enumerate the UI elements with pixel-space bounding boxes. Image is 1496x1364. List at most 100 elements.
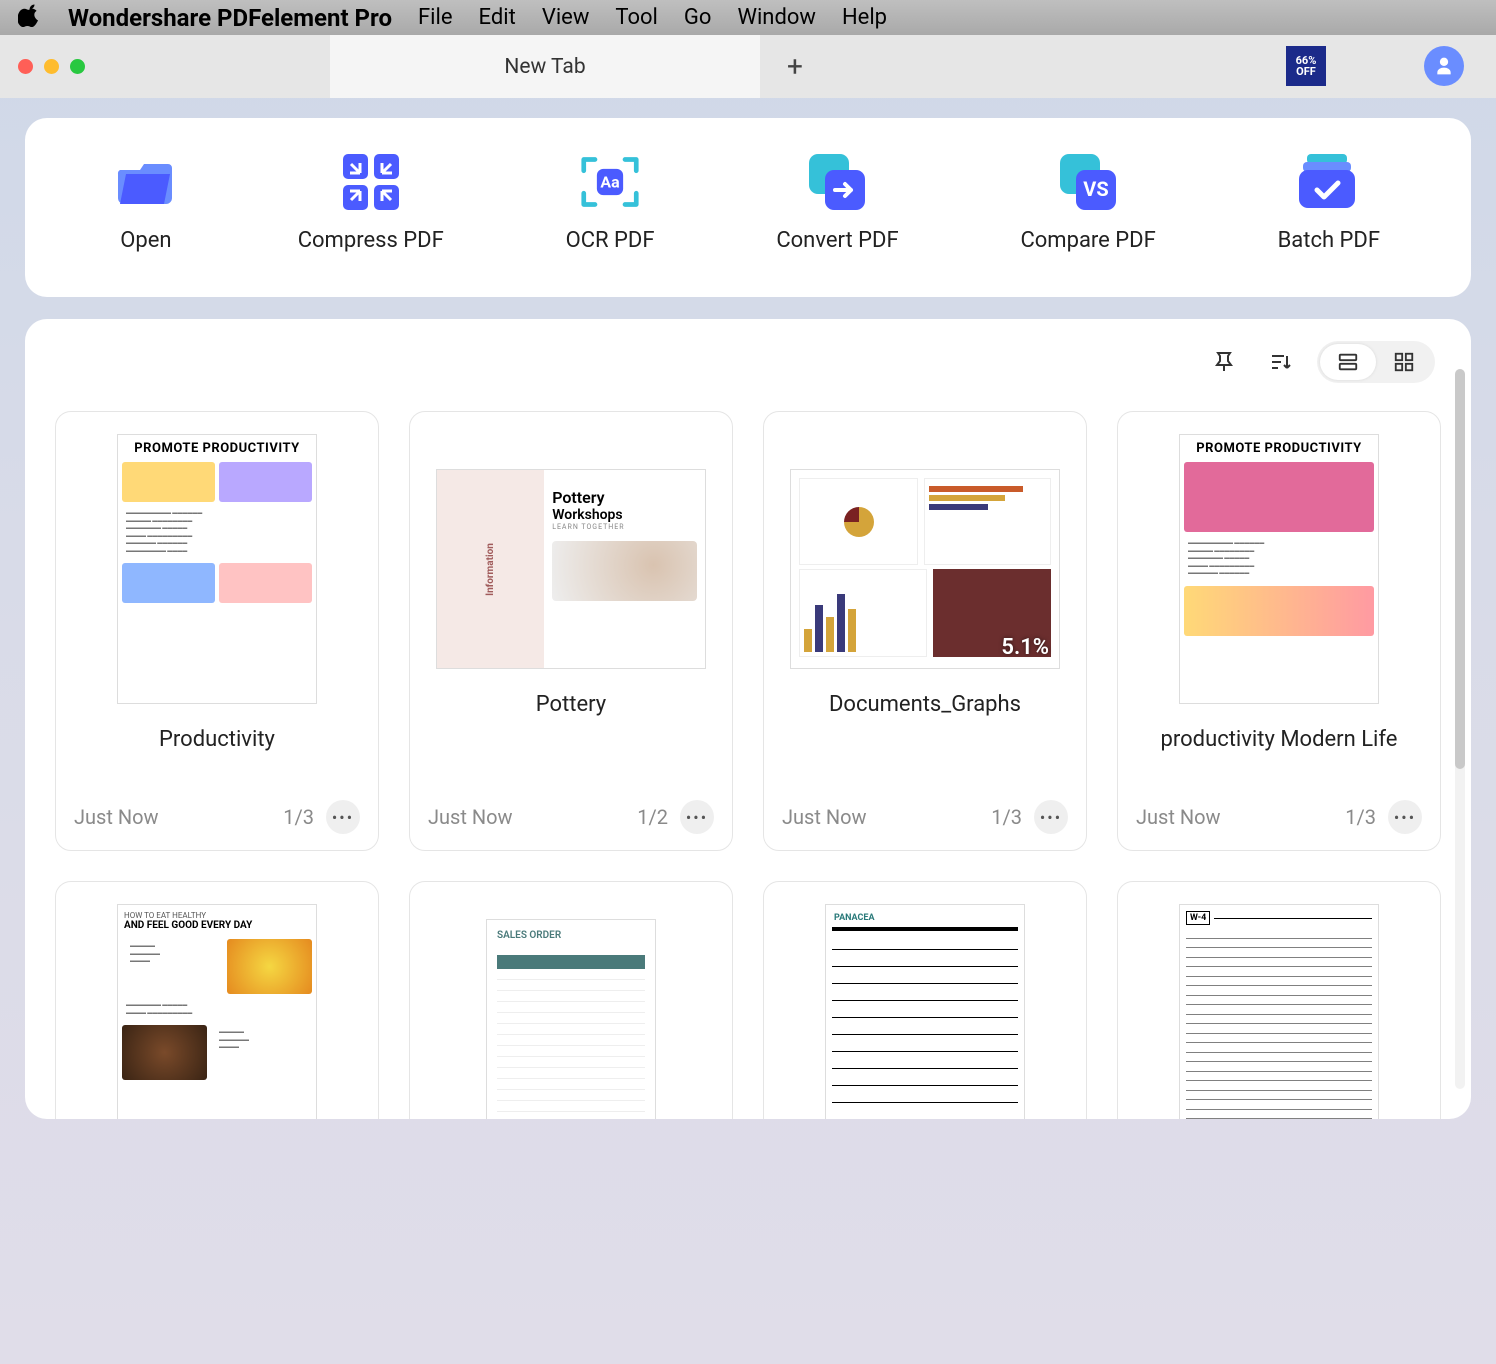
doc-more-button[interactable]: ••• <box>680 800 714 834</box>
recent-item[interactable]: PANACEA Sample Form <box>763 881 1087 1119</box>
doc-thumbnail: W-4 <box>1179 904 1379 1119</box>
menu-go[interactable]: Go <box>684 5 712 30</box>
recents-toolbar <box>55 339 1441 385</box>
recent-files-grid: PROMOTE PRODUCTIVITY ▬▬▬▬▬▬▬▬▬ ▬▬▬▬▬▬▬▬▬… <box>55 411 1441 1119</box>
convert-label: Convert PDF <box>776 228 898 253</box>
doc-pages: 1/3 <box>1345 805 1376 829</box>
app-name: Wondershare PDFelement Pro <box>68 4 392 32</box>
thumb-overlay-value: 5.1% <box>1001 635 1049 660</box>
thumb-h1: HOW TO EAT HEALTHY <box>118 905 316 920</box>
menu-edit[interactable]: Edit <box>479 5 516 30</box>
tab-new[interactable]: New Tab <box>330 35 760 98</box>
doc-thumbnail: PANACEA <box>825 904 1025 1119</box>
close-window-button[interactable] <box>18 59 33 74</box>
tab-new-label: New Tab <box>504 55 585 79</box>
fullscreen-window-button[interactable] <box>70 59 85 74</box>
grid-icon <box>1393 351 1415 373</box>
thumb-side-label: Information <box>485 543 496 596</box>
convert-action[interactable]: Convert PDF <box>776 154 898 253</box>
batch-label: Batch PDF <box>1278 228 1380 253</box>
doc-time: Just Now <box>1136 805 1221 829</box>
thumb-h2: AND FEEL GOOD EVERY DAY <box>118 920 316 935</box>
doc-pages: 1/3 <box>991 805 1022 829</box>
doc-pages: 1/3 <box>283 805 314 829</box>
doc-thumbnail: SALES ORDER <box>486 919 656 1119</box>
open-label: Open <box>120 228 171 253</box>
svg-text:Aa: Aa <box>600 173 619 192</box>
minimize-window-button[interactable] <box>44 59 59 74</box>
svg-text:VS: VS <box>1083 177 1108 201</box>
doc-time: Just Now <box>74 805 159 829</box>
doc-time: Just Now <box>782 805 867 829</box>
menu-help[interactable]: Help <box>842 5 887 30</box>
batch-action[interactable]: Batch PDF <box>1278 154 1380 253</box>
scrollbar-thumb[interactable] <box>1455 369 1465 769</box>
compress-label: Compress PDF <box>298 228 444 253</box>
thumb-panacea: PANACEA <box>832 911 1018 925</box>
recent-item[interactable]: HOW TO EAT HEALTHY AND FEEL GOOD EVERY D… <box>55 881 379 1119</box>
sort-icon <box>1268 350 1292 374</box>
doc-pages: 1/2 <box>637 805 668 829</box>
thumb-pottery-title: Pottery <box>552 488 697 507</box>
doc-title: productivity Modern Life <box>1161 726 1398 754</box>
doc-thumbnail: PROMOTE PRODUCTIVITY ▬▬▬▬▬▬▬▬▬ ▬▬▬▬▬▬▬▬▬… <box>1179 434 1379 704</box>
recent-item[interactable]: 5.1% Documents_Graphs Just Now 1/3 ••• <box>763 411 1087 851</box>
promo-line2: OFF <box>1296 66 1316 77</box>
recent-item[interactable]: PROMOTE PRODUCTIVITY ▬▬▬▬▬▬▬▬▬ ▬▬▬▬▬▬▬▬▬… <box>55 411 379 851</box>
add-tab-button[interactable]: + <box>760 35 830 98</box>
recent-item[interactable]: SALES ORDER sales-order-template-1 <box>409 881 733 1119</box>
compare-label: Compare PDF <box>1020 228 1155 253</box>
menu-tool[interactable]: Tool <box>615 5 658 30</box>
menu-view[interactable]: View <box>542 5 590 30</box>
recent-item[interactable]: W-4 irs-form-w4 <box>1117 881 1441 1119</box>
recent-item[interactable]: Information Pottery Workshops LEARN TOGE… <box>409 411 733 851</box>
mac-menubar: Wondershare PDFelement Pro File Edit Vie… <box>0 0 1496 35</box>
doc-title: Productivity <box>159 726 275 754</box>
recent-item[interactable]: PROMOTE PRODUCTIVITY ▬▬▬▬▬▬▬▬▬ ▬▬▬▬▬▬▬▬▬… <box>1117 411 1441 851</box>
doc-more-button[interactable]: ••• <box>326 800 360 834</box>
apple-icon[interactable] <box>18 3 42 33</box>
ocr-label: OCR PDF <box>566 228 655 253</box>
folder-open-icon <box>116 154 176 210</box>
doc-time: Just Now <box>428 805 513 829</box>
grid-view-button[interactable] <box>1376 344 1432 380</box>
menu-file[interactable]: File <box>418 5 453 30</box>
doc-title: Documents_Graphs <box>829 691 1021 719</box>
doc-thumbnail: 5.1% <box>790 469 1060 669</box>
view-toggle <box>1317 341 1435 383</box>
menu-window[interactable]: Window <box>737 5 816 30</box>
thumb-w4-label: W-4 <box>1186 911 1210 925</box>
list-icon <box>1337 351 1359 373</box>
thumb-pottery-tag: LEARN TOGETHER <box>552 523 697 531</box>
pin-icon <box>1212 350 1236 374</box>
compress-action[interactable]: Compress PDF <box>298 154 444 253</box>
thumb-pottery-sub: Workshops <box>552 507 697 523</box>
doc-thumbnail: PROMOTE PRODUCTIVITY ▬▬▬▬▬▬▬▬▬ ▬▬▬▬▬▬▬▬▬… <box>117 434 317 704</box>
user-icon <box>1434 56 1454 76</box>
convert-icon <box>807 154 867 210</box>
sort-button[interactable] <box>1261 343 1299 381</box>
list-view-button[interactable] <box>1320 344 1376 380</box>
doc-thumbnail: HOW TO EAT HEALTHY AND FEEL GOOD EVERY D… <box>117 904 317 1119</box>
open-action[interactable]: Open <box>116 154 176 253</box>
thumb-sales-title: SALES ORDER <box>497 930 645 941</box>
compare-action[interactable]: VS Compare PDF <box>1020 154 1155 253</box>
recents-card: PROMOTE PRODUCTIVITY ▬▬▬▬▬▬▬▬▬ ▬▬▬▬▬▬▬▬▬… <box>25 319 1471 1119</box>
promo-badge[interactable]: 66% OFF <box>1286 46 1326 86</box>
doc-title: Pottery <box>536 691 606 719</box>
batch-icon <box>1299 154 1359 210</box>
quick-actions-card: Open Compress PDF Aa OCR P <box>25 118 1471 297</box>
traffic-lights <box>0 59 85 74</box>
doc-thumbnail: Information Pottery Workshops LEARN TOGE… <box>436 469 706 669</box>
doc-more-button[interactable]: ••• <box>1388 800 1422 834</box>
window-tabbar: New Tab + 66% OFF <box>0 35 1496 98</box>
account-button[interactable] <box>1424 46 1464 86</box>
pin-button[interactable] <box>1205 343 1243 381</box>
ocr-icon: Aa <box>580 154 640 210</box>
ocr-action[interactable]: Aa OCR PDF <box>566 154 655 253</box>
thumb-heading: PROMOTE PRODUCTIVITY <box>118 435 316 458</box>
thumb-heading: PROMOTE PRODUCTIVITY <box>1180 435 1378 458</box>
doc-more-button[interactable]: ••• <box>1034 800 1068 834</box>
compare-icon: VS <box>1058 154 1118 210</box>
compress-icon <box>341 154 401 210</box>
